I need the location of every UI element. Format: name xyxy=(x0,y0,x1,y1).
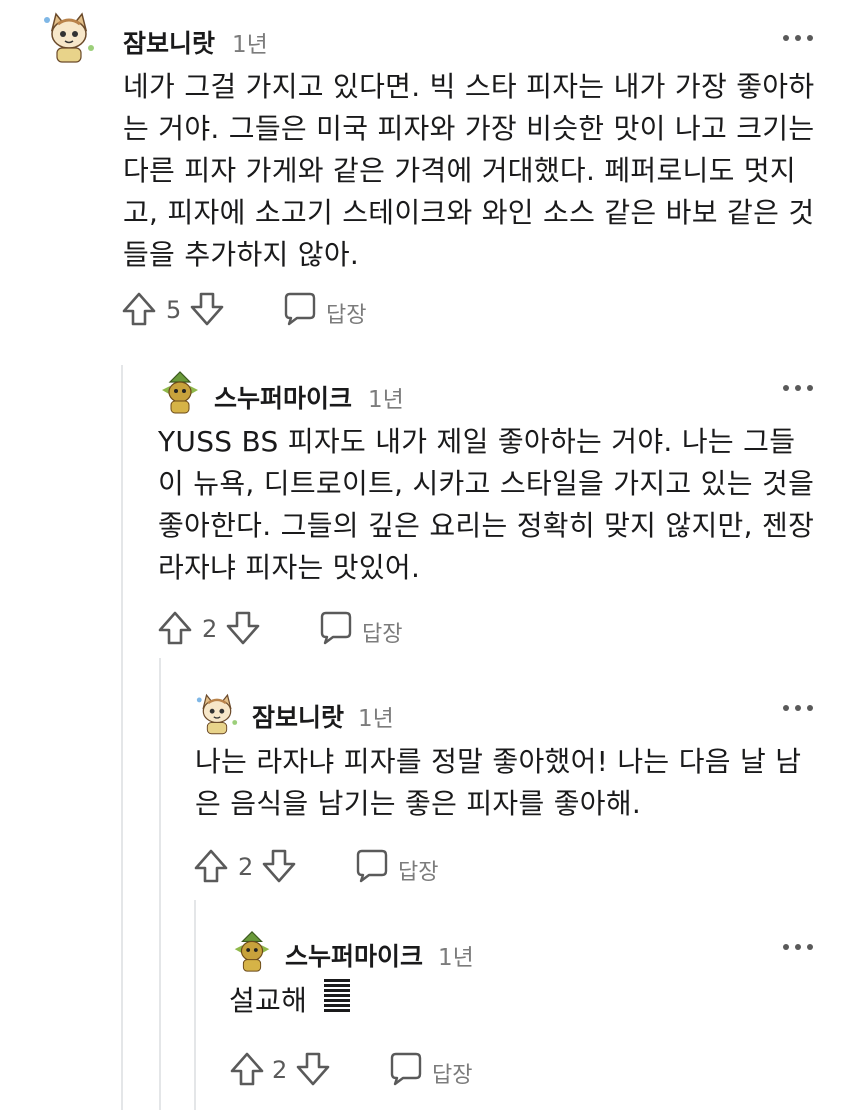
comment-line: 나는 라자냐 피자를 정말 좋아했어! 나는 다음 날 남 xyxy=(195,745,802,778)
reply-icon[interactable] xyxy=(280,290,318,332)
comment-body: 네가 그걸 가지고 있다면. 빅 스타 피자는 내가 가장 좋아하 는 거야. … xyxy=(123,66,814,276)
comment-line: 고, 피자에 소고기 스테이크와 와인 소스 같은 바보 같은 것 xyxy=(123,196,815,229)
comment-body: YUSS BS 피자도 내가 제일 좋아하는 거야. 나는 그들 이 뉴욕, 디… xyxy=(158,421,814,589)
comment-line: 라자냐 피자는 맛있어. xyxy=(158,551,421,584)
upvote-icon[interactable] xyxy=(156,609,194,651)
username[interactable]: 잠보니랏 xyxy=(252,698,344,734)
downvote-icon[interactable] xyxy=(260,847,298,889)
goblin-avatar-icon xyxy=(229,928,275,974)
thread-line xyxy=(121,365,123,1110)
more-options-icon[interactable] xyxy=(783,698,813,718)
reply-button[interactable]: 답장 xyxy=(362,616,402,648)
reply-button[interactable]: 답장 xyxy=(398,854,438,886)
goblin-avatar-icon xyxy=(156,368,204,416)
comment-body: 설교해 xyxy=(229,979,351,1025)
vote-count: 2 xyxy=(202,615,218,643)
reply-icon[interactable] xyxy=(386,1050,424,1092)
comment-age: 1년 xyxy=(358,706,394,732)
comment-line: 좋아한다. 그들의 깊은 요리는 정확히 맞지 않지만, 젠장 xyxy=(158,509,815,542)
username[interactable]: 잠보니랏 xyxy=(123,24,215,60)
comment-line: YUSS BS 피자도 내가 제일 좋아하는 거야. 나는 그들 xyxy=(158,425,796,458)
upvote-icon[interactable] xyxy=(192,847,230,889)
comment-line: 은 음식을 남기는 좋은 피자를 좋아해. xyxy=(195,787,642,820)
comment-line: 설교해 xyxy=(229,979,351,1025)
comment-line: 이 뉴욕, 디트로이트, 시카고 스타일을 가지고 있는 것을 xyxy=(158,467,815,500)
vote-count: 2 xyxy=(272,1056,288,1084)
comment-age: 1년 xyxy=(368,387,404,413)
user-avatar[interactable] xyxy=(156,368,204,416)
user-avatar[interactable] xyxy=(192,687,242,737)
user-avatar[interactable] xyxy=(38,4,100,66)
cat-avatar-icon xyxy=(38,4,100,66)
comment-line: 는 거야. 그들은 미국 피자와 가장 비슷한 맛이 나고 크기는 xyxy=(123,112,815,145)
stacked-bars-icon xyxy=(324,979,351,1025)
comment-line: 네가 그걸 가지고 있다면. 빅 스타 피자는 내가 가장 좋아하 xyxy=(123,70,815,103)
comment-age: 1년 xyxy=(438,945,474,971)
more-options-icon[interactable] xyxy=(783,28,813,48)
cat-avatar-icon xyxy=(192,687,242,737)
vote-count: 2 xyxy=(238,853,254,881)
comment-body: 나는 라자냐 피자를 정말 좋아했어! 나는 다음 날 남 은 음식을 남기는 … xyxy=(195,741,801,825)
comment-age: 1년 xyxy=(232,32,268,58)
upvote-icon[interactable] xyxy=(120,290,158,332)
comment-actions: 2 답장 xyxy=(156,609,456,649)
more-options-icon[interactable] xyxy=(783,378,813,398)
username[interactable]: 스누퍼마이크 xyxy=(285,937,423,973)
reply-icon[interactable] xyxy=(316,609,354,651)
downvote-icon[interactable] xyxy=(188,290,226,332)
comment-actions: 2 답장 xyxy=(192,847,492,887)
downvote-icon[interactable] xyxy=(294,1050,332,1092)
vote-count: 5 xyxy=(166,296,182,324)
reply-button[interactable]: 답장 xyxy=(432,1057,472,1089)
comment-actions: 2 답장 xyxy=(228,1050,528,1090)
more-options-icon[interactable] xyxy=(783,937,813,957)
reply-button[interactable]: 답장 xyxy=(326,297,366,329)
user-avatar[interactable] xyxy=(229,928,275,974)
reply-icon[interactable] xyxy=(352,847,390,889)
thread-line xyxy=(194,900,196,1110)
downvote-icon[interactable] xyxy=(224,609,262,651)
comment-text: 설교해 xyxy=(229,984,308,1017)
username[interactable]: 스누퍼마이크 xyxy=(214,379,352,415)
comment-line: 다른 피자 가게와 같은 가격에 거대했다. 페퍼로니도 멋지 xyxy=(123,154,796,187)
upvote-icon[interactable] xyxy=(228,1050,266,1092)
thread-line xyxy=(159,658,161,1110)
comment-line: 들을 추가하지 않아. xyxy=(123,238,360,271)
comment-actions: 5 답장 xyxy=(120,290,420,330)
